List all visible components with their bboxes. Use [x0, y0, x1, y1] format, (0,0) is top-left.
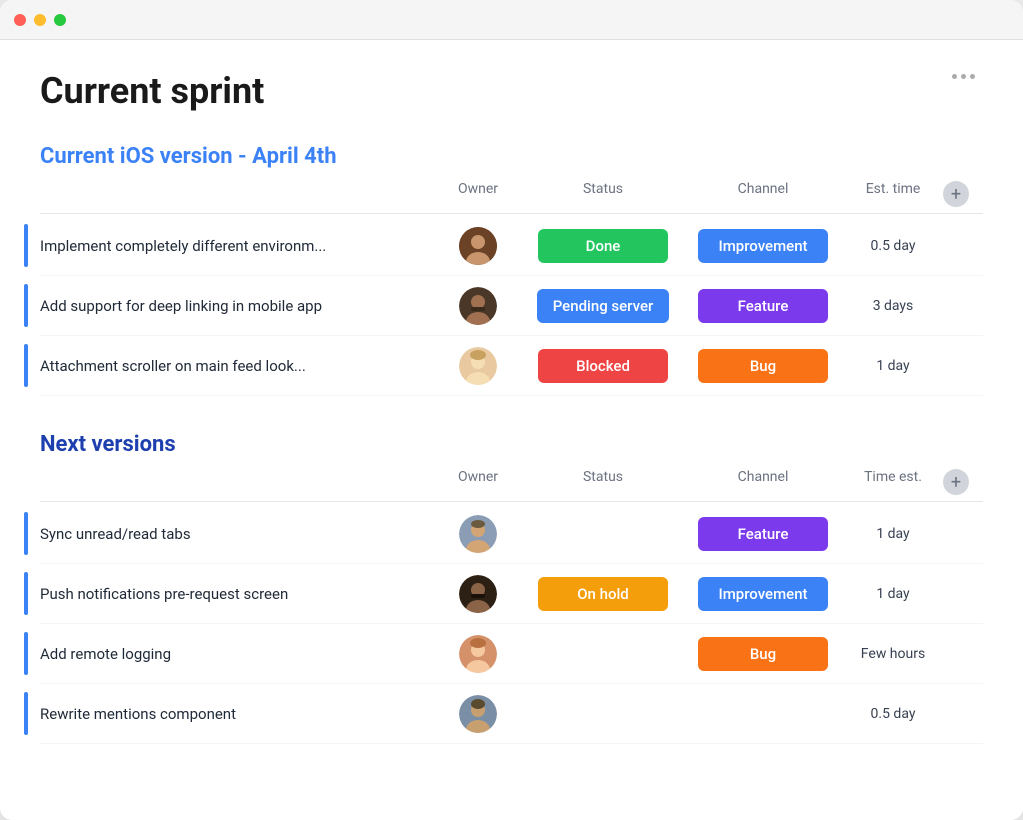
status-badge: On hold [538, 577, 668, 611]
channel-cell: Improvement [683, 577, 843, 611]
add-row-button-ios[interactable]: + [943, 181, 969, 207]
maximize-button[interactable] [54, 14, 66, 26]
status-cell: Pending server [523, 289, 683, 323]
avatar [459, 695, 497, 733]
main-content: Current sprint Current iOS version - Apr… [0, 40, 1023, 820]
time-cell: 1 day [843, 358, 943, 374]
row-title: Add support for deep linking in mobile a… [40, 297, 433, 315]
table-row: Add support for deep linking in mobile a… [40, 276, 983, 336]
channel-badge: Feature [698, 289, 828, 323]
table-row: Sync unread/read tabs [40, 504, 983, 564]
channel-badge: Bug [698, 637, 828, 671]
channel-badge: Bug [698, 349, 828, 383]
more-options-button[interactable] [944, 70, 983, 83]
channel-badge: Improvement [698, 229, 828, 263]
owner-cell [433, 347, 523, 385]
col-header-task-2 [40, 469, 433, 495]
col-header-task [40, 181, 433, 207]
status-badge: Pending server [537, 289, 670, 323]
row-title: Attachment scroller on main feed look... [40, 357, 433, 375]
title-bar [0, 0, 1023, 40]
col-header-status-1: Status [523, 181, 683, 207]
next-section: Next versions Owner Status Channel Time … [40, 432, 983, 744]
avatar [459, 227, 497, 265]
avatar [459, 515, 497, 553]
time-cell: 1 day [843, 586, 943, 602]
channel-cell: Improvement [683, 229, 843, 263]
ios-section-title: Current iOS version - April 4th [40, 144, 337, 169]
page-title: Current sprint [40, 70, 264, 112]
next-col-headers: Owner Status Channel Time est. + [40, 469, 983, 502]
time-cell: 1 day [843, 526, 943, 542]
owner-cell [433, 287, 523, 325]
channel-cell: Feature [683, 517, 843, 551]
avatar [459, 287, 497, 325]
col-header-status-2: Status [523, 469, 683, 495]
close-button[interactable] [14, 14, 26, 26]
row-title: Implement completely different environm.… [40, 237, 433, 255]
status-cell: Blocked [523, 349, 683, 383]
time-cell: 0.5 day [843, 706, 943, 722]
status-badge: Blocked [538, 349, 668, 383]
owner-cell [433, 695, 523, 733]
table-row: Push notifications pre-request screen [40, 564, 983, 624]
ios-table: Owner Status Channel Est. time + Impleme… [40, 181, 983, 396]
channel-cell: Bug [683, 637, 843, 671]
table-row: Attachment scroller on main feed look... [40, 336, 983, 396]
col-header-owner-1: Owner [433, 181, 523, 207]
time-cell: 3 days [843, 298, 943, 314]
col-header-time-2: Time est. [843, 469, 943, 495]
col-header-channel-1: Channel [683, 181, 843, 207]
status-cell: Done [523, 229, 683, 263]
table-row: Rewrite mentions component [40, 684, 983, 744]
owner-cell [433, 515, 523, 553]
col-header-time-1: Est. time [843, 181, 943, 207]
channel-badge: Improvement [698, 577, 828, 611]
table-row: Implement completely different environm.… [40, 216, 983, 276]
owner-cell [433, 635, 523, 673]
row-title: Push notifications pre-request screen [40, 585, 433, 603]
col-header-channel-2: Channel [683, 469, 843, 495]
row-title: Rewrite mentions component [40, 705, 433, 723]
time-cell: Few hours [843, 646, 943, 662]
next-table: Owner Status Channel Time est. + Sync un… [40, 469, 983, 744]
add-row-button-next[interactable]: + [943, 469, 969, 495]
avatar [459, 347, 497, 385]
ios-section: Current iOS version - April 4th Owner St… [40, 144, 983, 396]
col-header-owner-2: Owner [433, 469, 523, 495]
row-title: Sync unread/read tabs [40, 525, 433, 543]
status-badge: Done [538, 229, 668, 263]
owner-cell [433, 575, 523, 613]
table-row: Add remote logging [40, 624, 983, 684]
app-window: Current sprint Current iOS version - Apr… [0, 0, 1023, 820]
page-header: Current sprint [40, 70, 983, 112]
next-section-header: Next versions [40, 432, 983, 457]
row-title: Add remote logging [40, 645, 433, 663]
time-cell: 0.5 day [843, 238, 943, 254]
avatar [459, 575, 497, 613]
next-section-title: Next versions [40, 432, 176, 457]
avatar [459, 635, 497, 673]
channel-badge: Feature [698, 517, 828, 551]
owner-cell [433, 227, 523, 265]
channel-cell: Feature [683, 289, 843, 323]
status-cell: On hold [523, 577, 683, 611]
ios-col-headers: Owner Status Channel Est. time + [40, 181, 983, 214]
channel-cell: Bug [683, 349, 843, 383]
ios-section-header: Current iOS version - April 4th [40, 144, 983, 169]
minimize-button[interactable] [34, 14, 46, 26]
